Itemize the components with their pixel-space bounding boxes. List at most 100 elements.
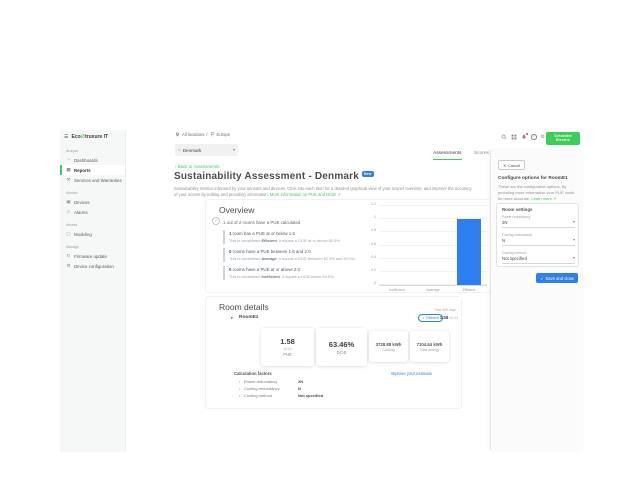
sidebar-item-dashboards[interactable]: ◔ Dashboards: [60, 155, 125, 165]
device-configuration-icon: ⚙: [66, 264, 71, 269]
reports-icon: ▤: [66, 168, 71, 173]
chart-xtick-label: Inefficient: [389, 288, 404, 292]
metric-label: Total energy: [420, 348, 440, 352]
help-icon[interactable]: ?: [531, 134, 537, 140]
sidebar-item-modeling[interactable]: ▢ Modeling: [60, 229, 125, 239]
back-link-label: Back to Assessments: [178, 164, 220, 169]
desc-post: . It equals a DCiE between 62.5% and 50.…: [277, 256, 356, 261]
chart-ytick-label: 0.4: [371, 256, 376, 260]
sidebar-item-device-configuration[interactable]: ⚙ Device configuration: [60, 261, 125, 271]
sidebar-item-firmware-update[interactable]: ↻ Firmware update: [60, 251, 125, 261]
power-redundancy-select[interactable]: Power redundancy 2N ▾: [502, 215, 575, 228]
building-icon: ⌂: [178, 148, 181, 153]
metric-value: 1.58: [280, 337, 295, 346]
room-details-card: Room details ▸ RoomE1 Past 365 days ✓Eff…: [205, 296, 462, 409]
metric-value: 3728.88 kWh: [376, 342, 402, 347]
pue-chart-plot: 00.20.40.60.811.2InefficientAverageEffic…: [379, 206, 487, 286]
firmware-update-icon: ↻: [66, 254, 71, 259]
factor-value: Not specified: [298, 393, 323, 398]
chart-xtick-label: Efficient: [463, 288, 476, 292]
search-icon[interactable]: [501, 134, 507, 140]
factor-label: Cooling method: [244, 393, 298, 398]
desc-post: . It equals a DCiE at or above 62.5%.: [277, 238, 341, 243]
nav-section-manage: Manage: [66, 245, 125, 249]
pill-label: Efficient: [426, 316, 439, 320]
cooling-redundancy-select[interactable]: Cooling redundancy N ▾: [502, 233, 575, 246]
apps-grid-icon[interactable]: [511, 134, 517, 140]
period-label: Past 365 days: [435, 308, 457, 312]
metric-label: PUE: [283, 352, 292, 357]
external-link-icon: ↗: [337, 192, 341, 197]
sidebar-item-services-warranties[interactable]: ⚒ Services and Warranties: [60, 175, 125, 185]
save-and-close-button[interactable]: ✓Save and close: [536, 273, 578, 283]
overview-item-efficient[interactable]: 1 room has a PUE at or below 1.6 This is…: [223, 230, 371, 244]
back-arrow-icon: ‹: [175, 164, 176, 169]
sidebar-item-label: Firmware update: [74, 254, 107, 259]
sidebar-item-alarms[interactable]: ⚠ Alarms: [60, 207, 125, 217]
metric-card-dcie: 63.46% DCiE: [316, 328, 367, 366]
learn-more-link[interactable]: Learn more: [531, 196, 551, 201]
overview-item-average[interactable]: 0 rooms have a PUE between 1.6 and 2.0 T…: [223, 248, 371, 262]
check-icon: ✓: [540, 276, 544, 281]
tab-scores[interactable]: Scores: [474, 151, 489, 156]
breadcrumb: All locations / Europe: [175, 132, 230, 137]
pue-tolerance: ±0.24: [450, 316, 458, 320]
sidebar-item-reports[interactable]: ▤ Reports: [60, 165, 125, 175]
region-flag-icon: [210, 132, 215, 137]
modeling-icon: ▢: [66, 232, 71, 237]
cancel-button[interactable]: ✕Cancel: [498, 160, 525, 170]
chart-ytick-label: 0.8: [371, 230, 376, 234]
desc-pre: This is considered: [229, 238, 261, 243]
location-pin-icon: [175, 132, 180, 137]
metric-card-total-energy: 7104.64 kWh Total energy: [410, 331, 449, 362]
back-to-assessments-link[interactable]: ‹ Back to Assessments: [175, 164, 219, 169]
metric-label: DCiE: [337, 350, 347, 355]
sidebar-logo-row: ☰ Eco∅truxure IT: [60, 130, 125, 143]
overview-item-desc: This is considered Average. It equals a …: [229, 256, 371, 261]
hamburger-menu-icon[interactable]: ☰: [64, 135, 68, 140]
chart-ytick-label: 1: [374, 216, 376, 220]
app-logo: Eco∅truxure IT: [71, 134, 108, 140]
chevron-down-icon: ▾: [573, 256, 575, 260]
cooling-method-select[interactable]: Cooling method Not specified ▾: [502, 251, 575, 264]
nav-section-monitor: Monitor: [66, 191, 125, 195]
pill-check-icon: ✓: [422, 316, 425, 320]
check-circle-icon: ✓: [212, 217, 220, 225]
sidebar-item-label: Alarms: [74, 210, 88, 215]
sidebar-item-devices[interactable]: ▣ Devices: [60, 197, 125, 207]
nav-section-assess: Assess: [66, 223, 125, 227]
save-label: Save and close: [545, 276, 574, 281]
sidebar-item-label: Devices: [74, 200, 90, 205]
field-value: N: [502, 238, 575, 243]
room-name[interactable]: RoomE1: [239, 315, 258, 320]
chevron-down-icon: ▾: [573, 220, 575, 224]
metric-label: Cooling: [382, 348, 394, 352]
app-logo-post: truxure IT: [85, 134, 108, 140]
improve-estimate-link[interactable]: Improve your estimate: [391, 371, 432, 376]
panel-title: Configure options for RoomE1: [498, 176, 568, 181]
field-label: Cooling method: [502, 251, 575, 255]
chart-ytick-label: 1.2: [371, 203, 376, 207]
overview-item-inefficient[interactable]: 0 rooms have a PUE at or above 2.0 This …: [223, 266, 371, 280]
expand-room-icon[interactable]: ▸: [231, 316, 233, 321]
factor-value: N: [298, 386, 301, 391]
devices-icon: ▣: [66, 200, 71, 205]
overview-item-desc: This is considered Efficient. It equals …: [229, 238, 371, 243]
panel-description: These are the configurable options. By p…: [498, 184, 577, 201]
notifications-bell-icon[interactable]: [521, 134, 527, 140]
breadcrumb-separator: /: [206, 132, 207, 137]
factor-row-cooling-method: • Cooling method Not specified: [239, 393, 323, 398]
tab-assessments[interactable]: Assessments: [433, 151, 462, 160]
field-value: Not specified: [502, 256, 575, 261]
desc-post: . It equals a DCiE below 50.0%.: [280, 274, 335, 279]
location-selector-value: Denmark: [183, 148, 202, 153]
user-avatar[interactable]: [549, 134, 555, 140]
cancel-label: Cancel: [508, 163, 520, 168]
breadcrumb-region[interactable]: Europe: [217, 132, 231, 137]
location-selector[interactable]: ⌂ Denmark ▾: [175, 144, 238, 156]
more-information-link[interactable]: More information on PUE and DCiE: [270, 192, 336, 197]
breadcrumb-all-locations[interactable]: All locations: [182, 132, 204, 137]
chart-category-slot: Efficient: [451, 206, 487, 285]
settings-gear-icon[interactable]: ⚙: [541, 135, 545, 140]
field-label: Power redundancy: [502, 215, 575, 219]
